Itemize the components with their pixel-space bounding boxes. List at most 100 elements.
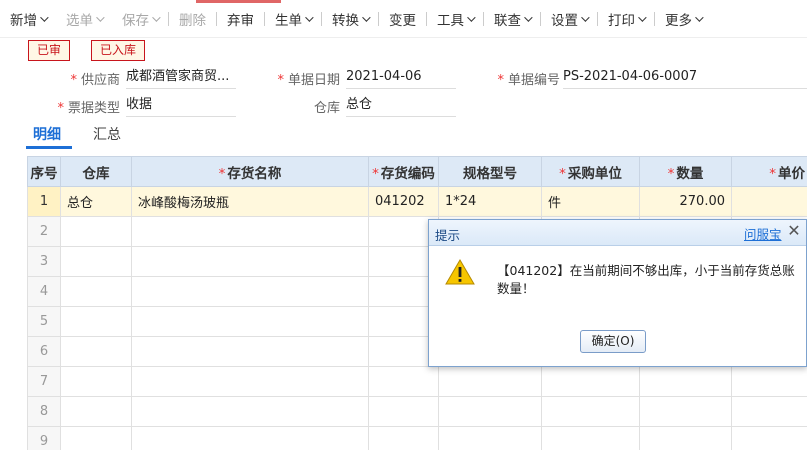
grid-cell[interactable] — [131, 336, 369, 367]
cell-item-name[interactable]: 冰峰酸梅汤玻瓶 — [131, 186, 369, 217]
toolbar-change-button[interactable]: 变更 — [379, 0, 426, 38]
toolbar-unaudit-button[interactable]: 弃审 — [217, 0, 264, 38]
toolbar-query-button[interactable]: 联查 — [484, 0, 540, 38]
cell-unit[interactable]: 件 — [541, 186, 640, 217]
status-badge-stocked: 已入库 — [91, 40, 146, 61]
grid-cell[interactable] — [639, 426, 732, 450]
ok-button[interactable]: 确定(O) — [580, 330, 646, 353]
grid-cell[interactable] — [131, 366, 369, 397]
grid-cell[interactable] — [131, 306, 369, 337]
toolbar-more-button[interactable]: 更多 — [655, 0, 711, 38]
chevron-down-icon — [695, 12, 704, 22]
table-row[interactable]: 7 — [27, 366, 807, 397]
grid-cell[interactable] — [60, 336, 132, 367]
toolbar-active-indicator — [196, 0, 281, 3]
doc-type-label: * 票据类型 — [57, 101, 120, 116]
grid-cell[interactable] — [131, 216, 369, 247]
warehouse-field[interactable]: 总仓 — [346, 95, 456, 117]
grid-cell[interactable] — [438, 426, 542, 450]
grid-cell[interactable] — [639, 366, 732, 397]
toolbar-new-button[interactable]: 新增 — [0, 0, 56, 38]
toolbar-save-button[interactable]: 保存 — [112, 0, 168, 38]
col-header-item-code[interactable]: * 存货编码 — [368, 156, 439, 187]
row-number: 4 — [27, 276, 61, 307]
row-number: 6 — [27, 336, 61, 367]
toolbar-convert-button[interactable]: 转换 — [322, 0, 378, 38]
chevron-down-icon — [524, 12, 533, 22]
grid-cell[interactable] — [131, 276, 369, 307]
chevron-down-icon — [305, 12, 314, 22]
toolbar-settings-button[interactable]: 设置 — [541, 0, 597, 38]
doc-date-field[interactable]: 2021-04-06 — [346, 67, 456, 89]
grid-cell[interactable] — [368, 396, 439, 427]
dialog-title-bar[interactable]: 提示 问服宝 ✕ — [429, 220, 806, 246]
grid-cell[interactable] — [731, 396, 807, 427]
grid-cell[interactable] — [131, 396, 369, 427]
doc-type-field[interactable]: 收据 — [126, 95, 236, 117]
doc-number-field[interactable]: PS-2021-04-06-0007 — [563, 67, 807, 89]
dialog-help-link[interactable]: 问服宝 — [744, 224, 782, 243]
toolbar-select-button[interactable]: 选单 — [56, 0, 112, 38]
grid-cell[interactable] — [60, 306, 132, 337]
dialog-title: 提示 — [435, 228, 461, 243]
cell-price[interactable] — [731, 186, 807, 217]
col-header-price[interactable]: * 单价 — [731, 156, 807, 187]
grid-cell[interactable] — [60, 366, 132, 397]
tab-detail[interactable]: 明细 — [33, 124, 61, 144]
grid-cell[interactable] — [60, 246, 132, 277]
toolbar-delete-button[interactable]: 删除 — [169, 0, 216, 38]
supplier-label: * 供应商 — [70, 73, 120, 88]
doc-date-label: * 单据日期 — [277, 73, 340, 88]
table-row[interactable]: 9 — [27, 426, 807, 450]
grid-cell[interactable] — [639, 396, 732, 427]
grid-cell[interactable] — [60, 216, 132, 247]
col-header-item-name[interactable]: * 存货名称 — [131, 156, 369, 187]
close-icon[interactable]: ✕ — [787, 222, 801, 240]
row-number: 2 — [27, 216, 61, 247]
tab-active-underline — [26, 146, 72, 149]
chevron-down-icon — [581, 12, 590, 22]
toolbar-generate-button[interactable]: 生单 — [265, 0, 321, 38]
grid-cell[interactable] — [368, 366, 439, 397]
grid-cell[interactable] — [438, 396, 542, 427]
dialog-message: 【041202】在当前期间不够出库，小于当前存货总账数量！ — [497, 263, 795, 296]
chevron-down-icon — [638, 12, 647, 22]
grid-cell[interactable] — [131, 246, 369, 277]
grid-cell[interactable] — [731, 426, 807, 450]
col-header-spec[interactable]: 规格型号 — [438, 156, 542, 187]
grid-cell[interactable] — [60, 276, 132, 307]
row-number: 8 — [27, 396, 61, 427]
grid-header-row: 序号 仓库 * 存货名称 * 存货编码 规格型号 * 采购单位 * 数量 * 单价 — [27, 156, 807, 187]
col-header-unit[interactable]: * 采购单位 — [541, 156, 640, 187]
grid-cell[interactable] — [131, 426, 369, 450]
table-row[interactable]: 1 总仓 冰峰酸梅汤玻瓶 041202 1*24 件 270.00 — [27, 186, 807, 217]
tab-summary[interactable]: 汇总 — [93, 124, 121, 144]
toolbar-tools-button[interactable]: 工具 — [427, 0, 483, 38]
doc-number-label: * 单据编号 — [497, 73, 560, 88]
status-badge-audited: 已审 — [28, 40, 71, 61]
supplier-field[interactable]: 成都酒管家商贸... — [126, 67, 236, 89]
chevron-down-icon — [152, 12, 161, 22]
grid-cell[interactable] — [60, 396, 132, 427]
toolbar: 新增 选单 保存 删除 弃审 生单 转换 变更 工具 联查 设置 打印 更多 — [0, 0, 807, 38]
cell-item-code[interactable]: 041202 — [368, 186, 439, 217]
grid-cell[interactable] — [60, 426, 132, 450]
grid-cell[interactable] — [541, 366, 640, 397]
grid-cell[interactable] — [438, 366, 542, 397]
chevron-down-icon — [362, 12, 371, 22]
toolbar-print-button[interactable]: 打印 — [598, 0, 654, 38]
row-number: 1 — [27, 186, 61, 217]
grid-cell[interactable] — [368, 426, 439, 450]
cell-qty[interactable]: 270.00 — [639, 186, 732, 217]
cell-spec[interactable]: 1*24 — [438, 186, 542, 217]
grid-cell[interactable] — [541, 396, 640, 427]
col-header-seq[interactable]: 序号 — [27, 156, 61, 187]
cell-warehouse[interactable]: 总仓 — [60, 186, 132, 217]
grid-cell[interactable] — [541, 426, 640, 450]
grid-cell[interactable] — [731, 366, 807, 397]
table-row[interactable]: 8 — [27, 396, 807, 427]
chevron-down-icon — [96, 12, 105, 22]
col-header-qty[interactable]: * 数量 — [639, 156, 732, 187]
col-header-warehouse[interactable]: 仓库 — [60, 156, 132, 187]
row-number: 7 — [27, 366, 61, 397]
